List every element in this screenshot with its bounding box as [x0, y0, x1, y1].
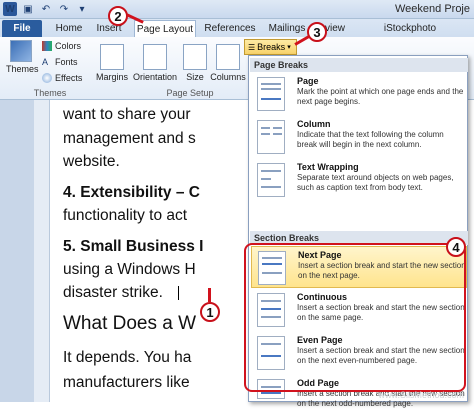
quick-access-toolbar: W ▣ ↶ ↷ ▾: [3, 2, 89, 16]
tab-home[interactable]: Home: [52, 20, 86, 37]
effects-label: Effects: [55, 73, 83, 83]
tab-istockphoto[interactable]: iStockphoto: [380, 20, 440, 37]
doc-line: 4. Extensibility – C: [63, 184, 200, 201]
colors-label: Colors: [55, 41, 82, 51]
themes-icon: [10, 40, 32, 62]
page-break-icon: [257, 77, 285, 111]
section-breaks-highlight: [244, 243, 466, 392]
doc-heading: What Does a W: [63, 313, 197, 334]
menu-item-desc: Indicate that the text following the col…: [297, 130, 444, 149]
tab-references[interactable]: References: [202, 20, 258, 37]
doc-line: want to share your: [63, 106, 191, 123]
watermark: www.SilsMethod.com: [378, 390, 464, 400]
menu-item-title: Column: [297, 119, 331, 129]
window-title: Weekend Proje: [394, 3, 470, 15]
columns-label: Columns: [210, 72, 246, 82]
word-logo-icon[interactable]: W: [3, 2, 17, 16]
doc-line: using a Windows H: [63, 261, 196, 278]
themes-label: Themes: [6, 64, 39, 74]
menu-item-column[interactable]: Column Indicate that the text following …: [251, 116, 467, 158]
themes-group-label: Themes: [33, 88, 67, 98]
document-background: [0, 100, 34, 402]
doc-line: website.: [63, 153, 120, 170]
chevron-down-icon: ▾: [287, 44, 291, 51]
callout-3: 3: [307, 22, 327, 42]
breaks-button[interactable]: ☰ Breaks ▾: [244, 39, 297, 55]
ribbon-tabs: File Home Insert Page Layout References …: [0, 19, 474, 37]
menu-item-desc: Separate text around objects on web page…: [297, 173, 454, 192]
save-icon[interactable]: ▣: [21, 2, 35, 16]
effects-button[interactable]: Effects: [42, 73, 82, 83]
menu-item-desc: Mark the point at which one page ends an…: [297, 87, 464, 106]
text-cursor: [178, 286, 179, 300]
colors-button[interactable]: Colors: [42, 41, 81, 51]
orientation-label: Orientation: [132, 72, 178, 82]
margins-icon: [100, 44, 124, 70]
orientation-button[interactable]: Orientation: [130, 44, 180, 82]
title-bar: W ▣ ↶ ↷ ▾ Weekend Proje: [0, 0, 474, 19]
customize-icon[interactable]: ▾: [75, 2, 89, 16]
callout-arrow-1: [208, 288, 211, 302]
menu-item-page[interactable]: Page Mark the point at which one page en…: [251, 73, 467, 115]
doc-line: management and s: [63, 130, 196, 147]
callout-1: 1: [200, 302, 220, 322]
page-breaks-header: Page Breaks: [250, 58, 468, 72]
menu-item-title: Text Wrapping: [297, 162, 359, 172]
size-button[interactable]: Size: [180, 44, 210, 82]
redo-icon[interactable]: ↷: [57, 2, 71, 16]
column-break-icon: [257, 120, 285, 154]
tab-file[interactable]: File: [2, 20, 42, 37]
menu-item-text-wrapping[interactable]: Text Wrapping Separate text around objec…: [251, 159, 467, 201]
page-setup-group-label: Page Setup: [166, 88, 214, 98]
colors-icon: [42, 41, 52, 51]
size-icon: [183, 44, 207, 70]
fonts-button[interactable]: A Fonts: [42, 57, 78, 67]
vertical-ruler: [34, 100, 50, 402]
effects-icon: [42, 73, 52, 83]
doc-line: functionality to act: [63, 207, 188, 224]
themes-button[interactable]: Themes: [6, 40, 39, 74]
doc-line: 5. Small Business I: [63, 238, 204, 255]
breaks-icon: ☰: [248, 42, 256, 52]
menu-item-title: Page: [297, 76, 319, 86]
size-label: Size: [186, 72, 204, 82]
doc-line: disaster strike.: [63, 284, 163, 301]
doc-line: It depends. You ha: [63, 349, 192, 366]
margins-button[interactable]: Margins: [94, 44, 130, 82]
tab-mailings[interactable]: Mailings: [264, 20, 310, 37]
callout-2: 2: [108, 6, 128, 26]
orientation-icon: [143, 44, 167, 70]
undo-icon[interactable]: ↶: [39, 2, 53, 16]
fonts-label: Fonts: [55, 57, 78, 67]
callout-4: 4: [446, 237, 466, 257]
breaks-label: Breaks: [257, 42, 286, 52]
tab-page-layout[interactable]: Page Layout: [134, 20, 196, 37]
columns-button[interactable]: Columns: [208, 44, 248, 82]
margins-label: Margins: [95, 72, 128, 82]
doc-line: manufacturers like: [63, 374, 190, 391]
text-wrapping-icon: [257, 163, 285, 197]
columns-icon: [216, 44, 240, 70]
fonts-icon: A: [42, 57, 49, 67]
